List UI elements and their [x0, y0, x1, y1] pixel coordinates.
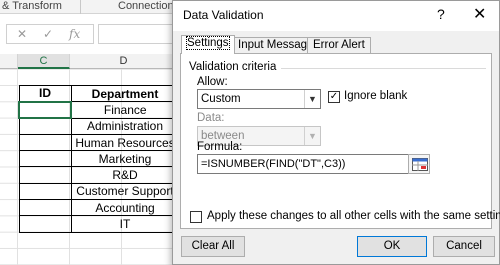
department-cell[interactable]: Human Resources: [70, 133, 180, 152]
allow-label: Allow:: [197, 76, 228, 88]
cancel-button[interactable]: Cancel: [433, 236, 495, 257]
collapse-range-button[interactable]: [408, 154, 430, 174]
help-icon[interactable]: ?: [437, 6, 445, 22]
tab-settings-label: Settings: [186, 36, 230, 50]
department-cell[interactable]: Marketing: [70, 150, 180, 168]
ok-button[interactable]: OK: [357, 236, 427, 257]
clear-all-button[interactable]: Clear All: [181, 236, 245, 257]
department-cell[interactable]: R&D: [70, 166, 180, 184]
department-cell[interactable]: Administration: [70, 117, 180, 135]
settings-panel: Validation criteria Allow: Custom ▼ ✓ Ig…: [180, 53, 492, 229]
insert-function-icon[interactable]: fx: [69, 27, 80, 41]
id-cell[interactable]: [18, 150, 72, 168]
ribbon-group-connections: Connections: [118, 0, 180, 12]
tab-error-alert[interactable]: Error Alert: [307, 37, 371, 53]
ignore-blank-label[interactable]: Ignore blank: [344, 90, 407, 102]
table-header-row: ID Department: [18, 84, 180, 103]
table-row: Administration: [18, 117, 180, 135]
chevron-down-icon: ▼: [304, 127, 320, 145]
formula-label: Formula:: [197, 141, 243, 153]
table-row: Customer Support: [18, 182, 180, 201]
table-row: R&D: [18, 166, 180, 184]
tab-settings[interactable]: Settings: [181, 35, 235, 54]
allow-select[interactable]: Custom ▼: [197, 89, 321, 109]
cancel-formula-icon[interactable]: ✕: [17, 27, 27, 41]
ribbon-separator: [80, 0, 81, 14]
chevron-down-icon: ▼: [304, 90, 320, 108]
close-icon[interactable]: ✕: [473, 4, 486, 24]
department-cell[interactable]: Accounting: [70, 199, 180, 217]
id-cell[interactable]: [18, 117, 72, 135]
table-row: IT: [18, 215, 180, 233]
range-selector-icon: [412, 158, 428, 171]
ribbon-group-transform: & Transform: [2, 0, 62, 12]
validation-criteria-label: Validation criteria: [189, 61, 277, 73]
id-cell-selected[interactable]: [18, 100, 72, 120]
department-cell[interactable]: Finance: [70, 101, 180, 119]
formula-input[interactable]: [98, 24, 178, 44]
enter-formula-icon[interactable]: ✓: [43, 27, 53, 41]
id-header[interactable]: ID: [18, 84, 72, 103]
department-table: ID Department Finance Administration Hum…: [18, 84, 180, 233]
department-header[interactable]: Department: [70, 84, 180, 103]
table-row: Finance: [18, 100, 180, 120]
department-cell[interactable]: IT: [70, 215, 180, 233]
ignore-blank-checkbox[interactable]: ✓: [328, 91, 340, 103]
data-label: Data:: [197, 112, 225, 124]
column-header-d[interactable]: D: [70, 54, 178, 69]
id-cell[interactable]: [18, 199, 72, 217]
id-cell[interactable]: [18, 166, 72, 184]
id-cell[interactable]: [18, 182, 72, 201]
data-validation-dialog: Data Validation ? ✕ Settings Input Messa…: [172, 0, 500, 265]
section-divider: [281, 68, 486, 69]
id-cell[interactable]: [18, 133, 72, 152]
select-all-corner[interactable]: [0, 54, 18, 69]
allow-value: Custom: [201, 93, 241, 105]
formula-bar-buttons: ✕ ✓ fx: [6, 24, 94, 44]
formula-field[interactable]: =ISNUMBER(FIND("DT",C3)): [197, 154, 411, 174]
id-cell[interactable]: [18, 215, 72, 233]
apply-all-checkbox[interactable]: [190, 211, 202, 223]
table-row: Accounting: [18, 199, 180, 217]
table-row: Human Resources: [18, 133, 180, 152]
dialog-title: Data Validation: [183, 8, 264, 22]
department-cell[interactable]: Customer Support: [70, 182, 180, 201]
apply-all-label[interactable]: Apply these changes to all other cells w…: [207, 210, 500, 222]
dialog-titlebar[interactable]: Data Validation ? ✕: [173, 1, 499, 31]
table-row: Marketing: [18, 150, 180, 168]
column-header-c[interactable]: C: [18, 54, 70, 69]
